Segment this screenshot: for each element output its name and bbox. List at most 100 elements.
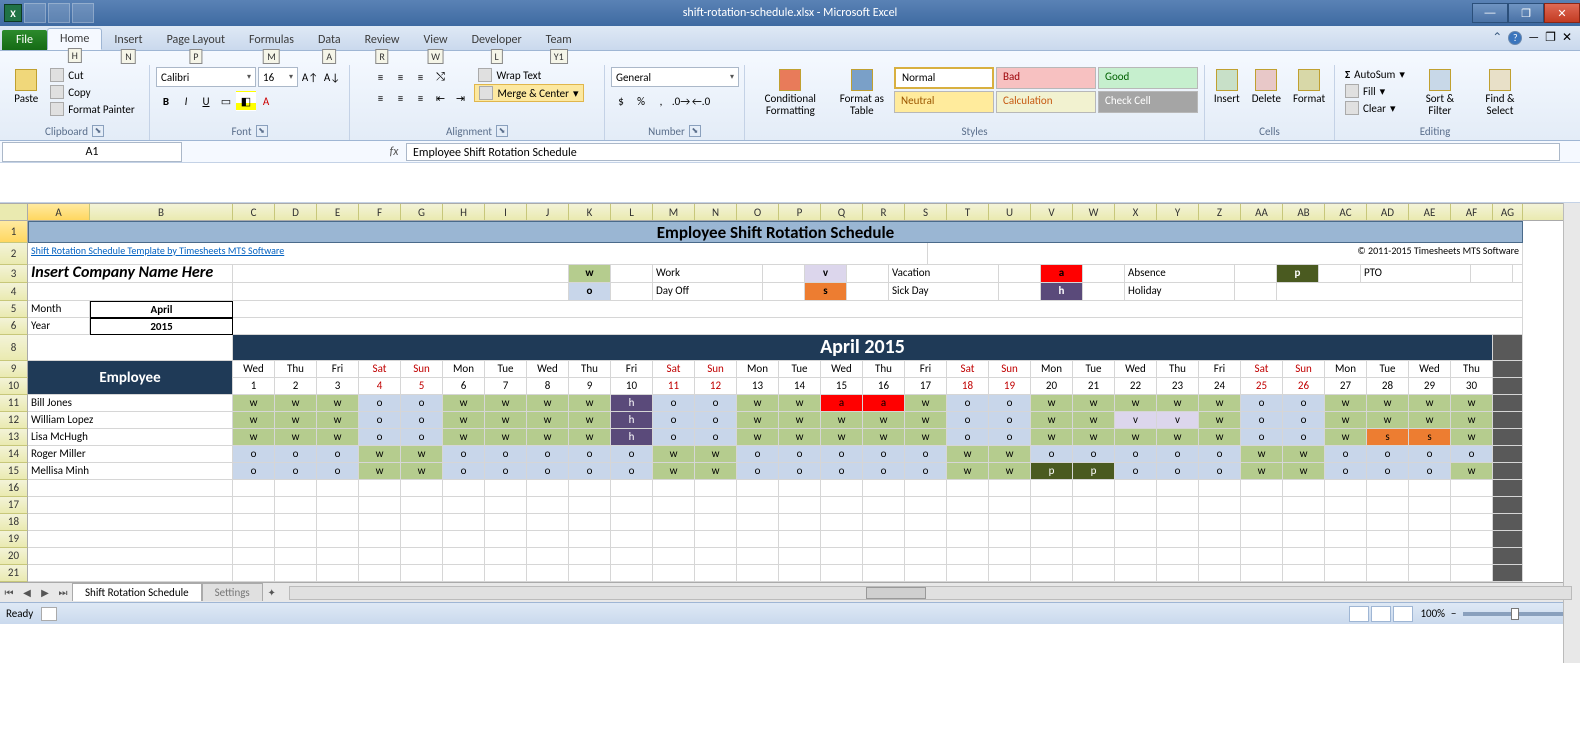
cell[interactable] bbox=[485, 480, 527, 497]
cell[interactable]: o bbox=[359, 395, 401, 412]
orientation-button[interactable]: ⤭ bbox=[430, 67, 450, 87]
tab-file[interactable]: File bbox=[2, 30, 47, 50]
tab-nav-prev[interactable]: ◀ bbox=[18, 586, 36, 599]
cell[interactable]: w bbox=[947, 446, 989, 463]
cell[interactable]: w bbox=[275, 395, 317, 412]
qat-save[interactable] bbox=[24, 3, 46, 23]
qat-redo[interactable] bbox=[72, 3, 94, 23]
cell[interactable] bbox=[275, 480, 317, 497]
col-header[interactable]: B bbox=[90, 204, 233, 220]
cell[interactable]: Month bbox=[28, 301, 90, 318]
cell[interactable]: Wed bbox=[1115, 361, 1157, 378]
cell[interactable]: Year bbox=[28, 318, 90, 335]
cell[interactable]: Sat bbox=[947, 361, 989, 378]
font-size-dropdown[interactable]: 16 bbox=[258, 67, 298, 87]
cell[interactable]: 22 bbox=[1115, 378, 1157, 395]
cell[interactable] bbox=[1083, 283, 1125, 301]
cell[interactable]: 29 bbox=[1409, 378, 1451, 395]
ribbon-minimize-icon[interactable]: ⌃ bbox=[1492, 30, 1502, 45]
cell[interactable] bbox=[317, 480, 359, 497]
cell[interactable]: w bbox=[233, 395, 275, 412]
spreadsheet-grid[interactable]: ABCDEFGHIJKLMNOPQRSTUVWXYZAAABACADAEAFAG… bbox=[0, 203, 1580, 582]
cell[interactable] bbox=[1409, 480, 1451, 497]
align-top[interactable]: ≡ bbox=[370, 67, 390, 87]
col-header[interactable]: D bbox=[275, 204, 317, 220]
cell[interactable]: w bbox=[401, 446, 443, 463]
cell[interactable] bbox=[569, 565, 611, 582]
cell[interactable]: o bbox=[989, 395, 1031, 412]
style-calculation[interactable]: Calculation bbox=[996, 91, 1096, 113]
cell[interactable]: o bbox=[401, 412, 443, 429]
cell[interactable]: w bbox=[653, 446, 695, 463]
row-header[interactable]: 16 bbox=[0, 480, 28, 497]
cell[interactable] bbox=[359, 548, 401, 565]
cell[interactable]: w bbox=[401, 463, 443, 480]
format-cells-button[interactable]: Format bbox=[1289, 67, 1329, 107]
cell[interactable] bbox=[359, 514, 401, 531]
align-middle[interactable]: ≡ bbox=[390, 67, 410, 87]
row-header[interactable]: 1 bbox=[0, 221, 28, 243]
cell[interactable]: w bbox=[695, 446, 737, 463]
cell[interactable] bbox=[1083, 265, 1125, 283]
cell[interactable] bbox=[779, 531, 821, 548]
cell[interactable]: o bbox=[695, 395, 737, 412]
cell[interactable]: w bbox=[1031, 412, 1073, 429]
cell[interactable]: w bbox=[485, 412, 527, 429]
cell[interactable]: o bbox=[1451, 446, 1493, 463]
cell[interactable] bbox=[1367, 565, 1409, 582]
cell[interactable] bbox=[527, 497, 569, 514]
row-header[interactable]: 10 bbox=[0, 378, 28, 395]
cell[interactable] bbox=[821, 480, 863, 497]
row-header[interactable]: 8 bbox=[0, 335, 28, 361]
cell[interactable]: 11 bbox=[653, 378, 695, 395]
tab-nav-last[interactable]: ⏭ bbox=[54, 586, 72, 599]
cell[interactable] bbox=[527, 531, 569, 548]
view-normal[interactable] bbox=[1349, 606, 1369, 622]
cell[interactable]: w bbox=[905, 412, 947, 429]
decrease-decimal[interactable]: ←.0 bbox=[691, 91, 711, 111]
cell[interactable]: w bbox=[317, 395, 359, 412]
col-header[interactable]: AA bbox=[1241, 204, 1283, 220]
cell[interactable] bbox=[863, 531, 905, 548]
cell[interactable] bbox=[737, 548, 779, 565]
cell[interactable]: h bbox=[611, 395, 653, 412]
cell[interactable]: Tue bbox=[1367, 361, 1409, 378]
cell[interactable] bbox=[485, 531, 527, 548]
cell[interactable]: Sun bbox=[695, 361, 737, 378]
cell[interactable]: w bbox=[905, 429, 947, 446]
cell[interactable] bbox=[233, 318, 1523, 335]
cell[interactable] bbox=[863, 548, 905, 565]
cell[interactable]: 23 bbox=[1157, 378, 1199, 395]
col-header[interactable]: K bbox=[569, 204, 611, 220]
sheet-tab-active[interactable]: Shift Rotation Schedule bbox=[72, 583, 202, 601]
cell[interactable] bbox=[569, 497, 611, 514]
cell[interactable] bbox=[1283, 497, 1325, 514]
cell[interactable]: Mon bbox=[737, 361, 779, 378]
align-center[interactable]: ≡ bbox=[390, 88, 410, 108]
cell[interactable] bbox=[1493, 463, 1523, 480]
tab-home[interactable]: HomeH bbox=[47, 28, 102, 50]
cell[interactable] bbox=[233, 514, 275, 531]
cell[interactable] bbox=[359, 480, 401, 497]
increase-decimal[interactable]: .0→ bbox=[671, 91, 691, 111]
cell[interactable]: Sun bbox=[401, 361, 443, 378]
sort-filter-button[interactable]: Sort & Filter bbox=[1413, 67, 1467, 119]
style-neutral[interactable]: Neutral bbox=[894, 91, 994, 113]
cell[interactable] bbox=[569, 548, 611, 565]
number-format-dropdown[interactable]: General bbox=[611, 67, 739, 87]
cell[interactable]: w bbox=[989, 446, 1031, 463]
cell[interactable]: o bbox=[989, 429, 1031, 446]
cell[interactable]: w bbox=[905, 395, 947, 412]
cell[interactable]: Roger Miller bbox=[28, 446, 233, 463]
cell[interactable]: Sat bbox=[1241, 361, 1283, 378]
cell[interactable]: s bbox=[1409, 429, 1451, 446]
font-color-button[interactable]: A bbox=[256, 91, 276, 111]
cell[interactable] bbox=[989, 531, 1031, 548]
cell[interactable] bbox=[1451, 565, 1493, 582]
tab-nav-first[interactable]: ⏮ bbox=[0, 586, 18, 599]
cell[interactable] bbox=[1235, 265, 1277, 283]
cell[interactable] bbox=[847, 265, 889, 283]
cell[interactable] bbox=[443, 514, 485, 531]
cell[interactable]: w bbox=[1199, 412, 1241, 429]
cell[interactable] bbox=[1325, 514, 1367, 531]
